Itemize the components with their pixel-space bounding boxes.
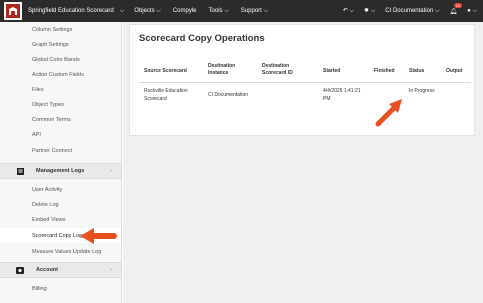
annotation-arrow-sidebar [80, 228, 117, 244]
sidebar-item-action-custom-fields[interactable]: Action Custom Fields [0, 67, 121, 82]
chevron-down-icon[interactable]: ⌵ [120, 8, 125, 15]
chevron-right-icon: › [110, 168, 112, 174]
sidebar-item-billing[interactable]: Billing [0, 281, 121, 296]
bell-icon[interactable]: 🔔︎ 10 [450, 2, 462, 15]
notification-badge: 10 [453, 2, 462, 8]
column-header-finished: Finished [374, 68, 395, 74]
sidebar-item-measure-values-update-log[interactable]: Measure Values Update Log [0, 244, 121, 259]
org-name[interactable]: Springfield Education Scorecard [28, 8, 114, 14]
sidebar-item-api[interactable]: API [0, 127, 121, 142]
cell-status: In Progress [409, 88, 435, 94]
main-content: Scorecard Copy Operations Source Scoreca… [123, 22, 483, 303]
column-header-output: Output [446, 68, 463, 74]
table-divider [139, 82, 471, 83]
column-header-status: Status [409, 68, 425, 74]
column-header-destination-instance: Destination Instance [208, 63, 236, 76]
top-navigation-bar: Springfield Education Scorecard ⌵ Object… [0, 0, 483, 22]
page-title: Scorecard Copy Operations [139, 33, 265, 44]
chevron-right-icon: › [110, 267, 112, 273]
undo-icon[interactable]: ↶ ⌵ [343, 7, 354, 15]
section-label: Account [36, 267, 58, 273]
logo-icon [6, 4, 20, 18]
nav-objects[interactable]: Objects ⌵ [134, 8, 161, 15]
copy-operations-panel: Scorecard Copy Operations Source Scoreca… [129, 24, 475, 136]
sidebar-item-files[interactable]: Files [0, 82, 121, 97]
user-icon[interactable]: ● ⌵ [467, 8, 477, 15]
sidebar-item-partner-connect[interactable]: Partner Connect [0, 143, 121, 158]
workspace-selector[interactable]: CI Documentation ⌵ [385, 8, 439, 15]
logs-icon [16, 167, 24, 175]
account-icon [16, 266, 24, 274]
sidebar-item-user-activity[interactable]: User Activity [0, 182, 121, 197]
sidebar-section-management-logs[interactable]: Management Logs › [0, 163, 121, 179]
sidebar-item-embed-views[interactable]: Embed Views [0, 212, 121, 227]
column-header-source: Source Scorecard [144, 68, 187, 74]
sidebar-item-global-color-bands[interactable]: Global Color Bands [0, 52, 121, 67]
app-logo[interactable] [4, 2, 22, 20]
sidebar-item-common-terms[interactable]: Common Terms [0, 112, 121, 127]
column-header-destination-id: Destination Scorecard ID [262, 63, 293, 76]
section-label: Management Logs [36, 168, 85, 174]
nav-tools[interactable]: Tools ⌵ [209, 8, 229, 15]
sidebar: Column Settings Graph Settings Global Co… [0, 22, 122, 303]
sidebar-section-account[interactable]: Account › [0, 262, 121, 278]
sidebar-item-object-types[interactable]: Object Types [0, 97, 121, 112]
annotation-arrow-status [375, 99, 402, 127]
sidebar-item-graph-settings[interactable]: Graph Settings [0, 37, 121, 52]
nav-compyle[interactable]: Compyle [173, 8, 197, 15]
sidebar-item-delete-log[interactable]: Delete Log [0, 197, 121, 212]
nav-support[interactable]: Support ⌵ [241, 8, 268, 15]
topbar-right: ↶ ⌵ ✹ ⌵ CI Documentation ⌵ 🔔︎ 10 ● ⌵ [343, 0, 477, 22]
cell-started: 4/4/2025 1:41:21 PM [323, 88, 361, 102]
main-nav: Objects ⌵ Compyle Tools ⌵ Support ⌵ [134, 8, 268, 15]
sidebar-item-column-settings[interactable]: Column Settings [0, 22, 121, 37]
column-header-started: Started [323, 68, 341, 74]
cell-source[interactable]: Rockville Education Scorecard [144, 87, 200, 103]
cell-destination-instance: CI Documentation [208, 92, 249, 98]
gear-icon[interactable]: ✹ ⌵ [364, 7, 375, 15]
